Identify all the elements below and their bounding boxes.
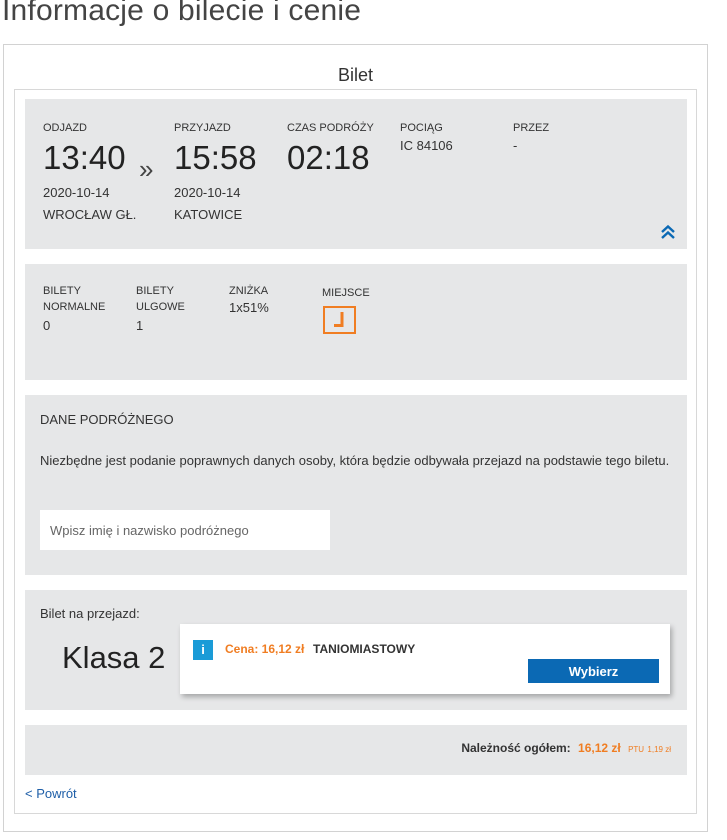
- duration-value: 02:18: [287, 139, 370, 176]
- section-title: Bilet: [337, 65, 373, 85]
- departure-label: ODJAZD: [43, 122, 87, 134]
- page-heading: Informacje o bilecie i cenie: [2, 0, 362, 27]
- ptu-value: 1,19 zł: [647, 745, 671, 754]
- discount-label: ZNIŻKA: [229, 285, 269, 297]
- reduced-tickets-label-2: ULGOWE: [136, 301, 185, 313]
- arrival-label: PRZYJAZD: [174, 122, 231, 134]
- normal-tickets-label-2: NORMALNE: [43, 301, 106, 313]
- via-value: -: [513, 138, 518, 153]
- via-block: PRZEZ -: [513, 122, 549, 156]
- total-label: Należność ogółem:: [461, 741, 571, 755]
- summary-panel: Należność ogółem: 16,12 zł PTU 1,19 zł: [25, 725, 687, 775]
- offer-tariff: TANIOMIASTOWY: [313, 642, 416, 656]
- arrival-date: 2020-10-14: [174, 185, 241, 200]
- total-value: 16,12 zł: [578, 741, 621, 755]
- back-link[interactable]: < Powrót: [25, 786, 77, 801]
- direction-arrow: »: [139, 154, 154, 184]
- departure-station: WROCŁAW GŁ.: [43, 207, 137, 222]
- passenger-description: Niezbędne jest podanie poprawnych danych…: [40, 453, 670, 468]
- seat-button[interactable]: [323, 306, 356, 334]
- ticket-class-name: Klasa 2: [62, 640, 166, 675]
- seat: MIEJSCE: [322, 285, 370, 301]
- offer-price: Cena: 16,12 zł: [225, 642, 305, 656]
- journey-panel: ODJAZD 13:40 2020-10-14 WROCŁAW GŁ. » PR…: [25, 99, 687, 249]
- ticket-class-panel: Bilet na przejazd: Klasa 2 i Cena: 16,12…: [25, 590, 687, 710]
- normal-tickets-label-1: BILETY: [43, 285, 81, 297]
- tickets-panel: BILETY NORMALNE 0 BILETY ULGOWE 1 ZNIŻKA…: [25, 264, 687, 380]
- ticket-container: Bilet ODJAZD 13:40 2020-10-14 WROCŁAW GŁ…: [3, 44, 708, 832]
- seat-label: MIEJSCE: [322, 287, 370, 299]
- departure-date: 2020-10-14: [43, 185, 110, 200]
- discount-value: 1x51%: [229, 300, 269, 315]
- reduced-tickets: BILETY ULGOWE 1: [136, 283, 185, 335]
- departure-block: ODJAZD 13:40 2020-10-14 WROCŁAW GŁ.: [43, 122, 136, 225]
- seat-icon: [334, 312, 344, 327]
- info-icon[interactable]: i: [193, 640, 213, 660]
- reduced-tickets-label-1: BILETY: [136, 285, 174, 297]
- train-block: POCIĄG IC 84106: [400, 122, 453, 156]
- passenger-title: DANE PODRÓŻNEGO: [40, 412, 174, 427]
- duration-block: CZAS PODRÓŻY 02:18: [287, 122, 374, 177]
- arrival-time: 15:58: [174, 139, 257, 176]
- arrival-station: KATOWICE: [174, 207, 243, 222]
- arrival-block: PRZYJAZD 15:58 2020-10-14 KATOWICE: [174, 122, 257, 225]
- ticket-class-label: Bilet na przejazd:: [40, 606, 140, 621]
- train-label: POCIĄG: [400, 122, 443, 134]
- select-button[interactable]: Wybierz: [528, 659, 659, 683]
- passenger-panel: DANE PODRÓŻNEGO Niezbędne jest podanie p…: [25, 395, 687, 575]
- passenger-name-input[interactable]: [40, 510, 330, 550]
- duration-label: CZAS PODRÓŻY: [287, 122, 374, 134]
- normal-tickets: BILETY NORMALNE 0: [43, 283, 105, 335]
- normal-tickets-count: 0: [43, 318, 51, 333]
- double-chevron-up-icon[interactable]: [659, 223, 677, 241]
- ptu-label: PTU: [628, 745, 645, 754]
- departure-time: 13:40: [43, 139, 126, 176]
- reduced-tickets-count: 1: [136, 318, 144, 333]
- total-row: Należność ogółem: 16,12 zł PTU 1,19 zł: [461, 741, 671, 755]
- ticket-inner-frame: ODJAZD 13:40 2020-10-14 WROCŁAW GŁ. » PR…: [14, 89, 697, 814]
- via-label: PRZEZ: [513, 122, 550, 134]
- train-number: IC 84106: [400, 138, 453, 153]
- discount: ZNIŻKA 1x51%: [229, 283, 269, 317]
- offer-card: i Cena: 16,12 zł TANIOMIASTOWY Wybierz: [180, 624, 670, 694]
